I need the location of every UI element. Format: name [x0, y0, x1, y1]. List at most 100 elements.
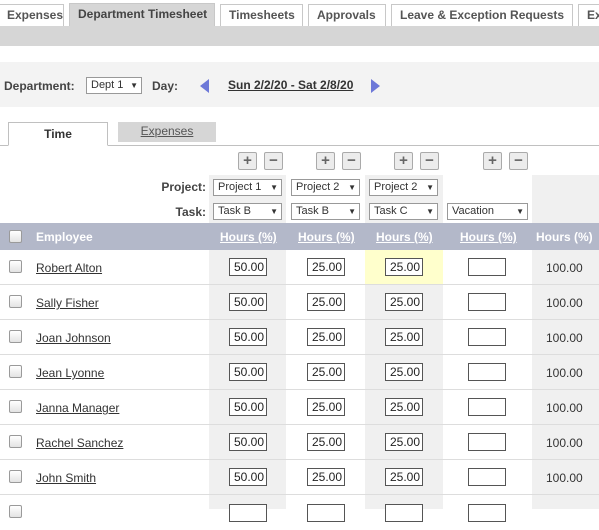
hours-column-header-1[interactable]: Hours (%)	[220, 230, 277, 244]
department-select[interactable]: Dept 1 ▼	[86, 77, 142, 94]
hours-input-3[interactable]: 25.00	[385, 468, 423, 486]
hours-input-3[interactable]: 25.00	[385, 398, 423, 416]
tab-approvals[interactable]: Approvals	[308, 4, 386, 26]
row-checkbox[interactable]	[9, 400, 22, 413]
hours-column-header-3[interactable]: Hours (%)	[376, 230, 433, 244]
hours-input-2[interactable]: 25.00	[307, 258, 345, 276]
tab-department-timesheet[interactable]: Department Timesheet	[69, 3, 215, 26]
tab-timesheets[interactable]: Timesheets	[220, 4, 303, 26]
hours-input-4[interactable]	[468, 328, 506, 346]
hours-input-2[interactable]: 25.00	[307, 468, 345, 486]
hours-input-3[interactable]: 25.00	[385, 328, 423, 346]
hours-input-3[interactable]: 25.00	[385, 433, 423, 451]
hours-input-2[interactable]: 25.00	[307, 433, 345, 451]
hours-input-4[interactable]	[468, 504, 506, 522]
task-select-2[interactable]: Task B ▼	[291, 203, 360, 220]
tab-overflow[interactable]: Ex	[578, 4, 599, 26]
remove-column-4-button[interactable]: −	[509, 152, 528, 170]
add-column-4-button[interactable]: +	[483, 152, 502, 170]
hours-column-header-2[interactable]: Hours (%)	[298, 230, 355, 244]
hours-input-4[interactable]	[468, 433, 506, 451]
hours-input-4[interactable]	[468, 258, 506, 276]
hours-input-2[interactable]: 25.00	[307, 328, 345, 346]
hours-column-header-4[interactable]: Hours (%)	[460, 230, 517, 244]
chevron-down-icon: ▼	[348, 207, 356, 216]
row-checkbox[interactable]	[9, 295, 22, 308]
hours-input-2[interactable]: 25.00	[307, 398, 345, 416]
chevron-down-icon: ▼	[270, 183, 278, 192]
hours-input-1[interactable]: 50.00	[229, 363, 267, 381]
hours-input-1[interactable]: 50.00	[229, 468, 267, 486]
task-select-1[interactable]: Task B ▼	[213, 203, 282, 220]
project-select-1[interactable]: Project 1 ▼	[213, 179, 282, 196]
remove-column-3-button[interactable]: −	[420, 152, 439, 170]
hours-input-4[interactable]	[468, 468, 506, 486]
row-checkbox[interactable]	[9, 435, 22, 448]
row-total: 100.00	[546, 296, 583, 310]
hours-input-1[interactable]: 50.00	[229, 398, 267, 416]
tab-leave-exception-requests[interactable]: Leave & Exception Requests	[391, 4, 573, 26]
hours-input-2[interactable]: 25.00	[307, 293, 345, 311]
table-row: Jean Lyonne 50.00 25.00 25.00 100.00	[0, 355, 599, 390]
row-checkbox[interactable]	[9, 470, 22, 483]
add-column-1-button[interactable]: +	[238, 152, 257, 170]
hours-input-3[interactable]	[385, 504, 423, 522]
employee-name-link[interactable]: Robert Alton	[36, 261, 102, 275]
add-column-2-button[interactable]: +	[316, 152, 335, 170]
employee-name-link[interactable]: Janna Manager	[36, 401, 119, 415]
hours-input-1[interactable]: 50.00	[229, 433, 267, 451]
tab-expenses[interactable]: Expenses	[0, 4, 64, 26]
project-select-3[interactable]: Project 2 ▼	[369, 179, 438, 196]
hours-input-3[interactable]: 25.00	[385, 258, 423, 276]
row-checkbox[interactable]	[9, 260, 22, 273]
project-select-2[interactable]: Project 2 ▼	[291, 179, 360, 196]
table-row: Joan Johnson 50.00 25.00 25.00 100.00	[0, 320, 599, 355]
hours-input-1[interactable]: 50.00	[229, 293, 267, 311]
hours-input-2[interactable]	[307, 504, 345, 522]
next-week-arrow-icon[interactable]	[371, 79, 380, 93]
task-select-3[interactable]: Task C ▼	[369, 203, 438, 220]
project-row-label: Project:	[161, 180, 206, 194]
remove-column-1-button[interactable]: −	[264, 152, 283, 170]
select-all-checkbox[interactable]	[9, 230, 22, 243]
employee-column-header: Employee	[36, 230, 93, 244]
row-total: 100.00	[546, 261, 583, 275]
employee-name-link[interactable]: Rachel Sanchez	[36, 436, 123, 450]
row-checkbox[interactable]	[9, 330, 22, 343]
remove-column-2-button[interactable]: −	[342, 152, 361, 170]
hours-input-4[interactable]	[468, 398, 506, 416]
add-column-3-button[interactable]: +	[394, 152, 413, 170]
task-select-1-value: Task B	[218, 205, 252, 217]
employee-name-link[interactable]: Joan Johnson	[36, 331, 111, 345]
task-select-4-value: Vacation	[452, 205, 494, 217]
project-select-3-value: Project 2	[374, 181, 418, 193]
tab-expenses-sub[interactable]: Expenses	[118, 122, 216, 142]
row-total: 100.00	[546, 331, 583, 345]
tab-underbar	[0, 26, 599, 46]
row-checkbox[interactable]	[9, 365, 22, 378]
hours-input-1[interactable]	[229, 504, 267, 522]
employee-name-link[interactable]: John Smith	[36, 471, 96, 485]
project-select-2-value: Project 2	[296, 181, 340, 193]
previous-week-arrow-icon[interactable]	[200, 79, 209, 93]
task-select-3-value: Task C	[374, 205, 408, 217]
employee-name-link[interactable]: Sally Fisher	[36, 296, 99, 310]
hours-input-3[interactable]: 25.00	[385, 293, 423, 311]
hours-input-1[interactable]: 50.00	[229, 328, 267, 346]
task-select-4[interactable]: Vacation ▼	[447, 203, 528, 220]
hours-input-1[interactable]: 50.00	[229, 258, 267, 276]
employee-name-link[interactable]: Jean Lyonne	[36, 366, 104, 380]
row-checkbox[interactable]	[9, 505, 22, 518]
chevron-down-icon: ▼	[426, 183, 434, 192]
chevron-down-icon: ▼	[516, 207, 524, 216]
top-tab-bar: Expenses Department Timesheet Timesheets…	[0, 0, 599, 26]
tab-time[interactable]: Time	[8, 122, 108, 146]
total-hours-column-header: Hours (%)	[536, 230, 593, 244]
hours-input-4[interactable]	[468, 363, 506, 381]
hours-input-2[interactable]: 25.00	[307, 363, 345, 381]
hours-input-3[interactable]: 25.00	[385, 363, 423, 381]
hours-input-4[interactable]	[468, 293, 506, 311]
date-range-link[interactable]: Sun 2/2/20 - Sat 2/8/20	[228, 78, 353, 92]
task-select-2-value: Task B	[296, 205, 330, 217]
project-select-1-value: Project 1	[218, 181, 262, 193]
